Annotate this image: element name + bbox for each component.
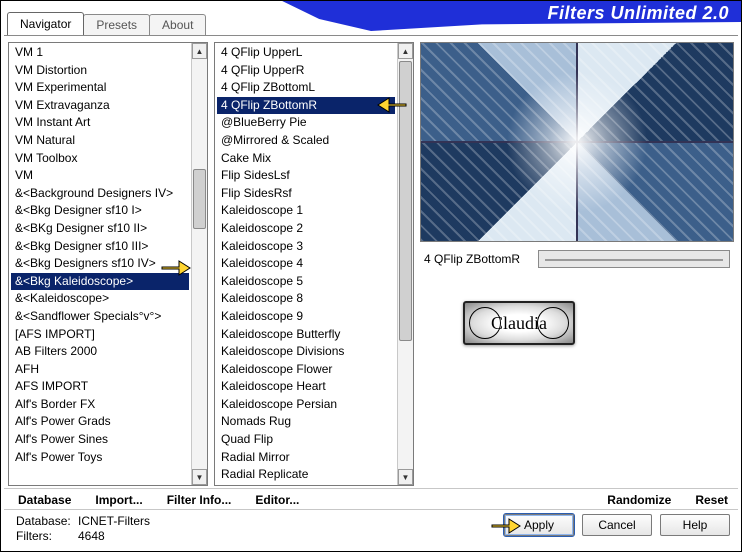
list-item[interactable]: Alf's Power Sines: [11, 431, 189, 449]
cancel-button[interactable]: Cancel: [582, 514, 652, 536]
list-item[interactable]: VM Extravaganza: [11, 97, 189, 115]
tab-navigator[interactable]: Navigator: [7, 12, 84, 35]
editor-button[interactable]: Editor...: [255, 493, 299, 507]
param-label: 4 QFlip ZBottomR: [424, 252, 532, 266]
tab-about[interactable]: About: [149, 14, 206, 35]
list-item[interactable]: Radial Replicate: [217, 466, 395, 484]
dialog-buttons: Apply Cancel Help: [504, 514, 730, 536]
category-listbox[interactable]: VM 1VM DistortionVM ExperimentalVM Extra…: [8, 42, 208, 486]
list-item[interactable]: AFS IMPORT: [11, 378, 189, 396]
status-filters-label: Filters:: [16, 529, 72, 543]
list-item[interactable]: 4 QFlip UpperL: [217, 44, 395, 62]
list-item[interactable]: Alf's Power Toys: [11, 449, 189, 467]
status-db-value: ICNET-Filters: [78, 514, 150, 528]
list-item[interactable]: 4 QFlip ZBottomL: [217, 79, 395, 97]
scroll-down-icon[interactable]: ▼: [192, 469, 207, 485]
scroll-down-icon[interactable]: ▼: [398, 469, 413, 485]
list-item[interactable]: &<Kaleidoscope>: [11, 290, 189, 308]
filter-listbox[interactable]: 4 QFlip UpperL4 QFlip UpperR4 QFlip ZBot…: [214, 42, 414, 486]
tab-presets[interactable]: Presets: [83, 14, 150, 35]
status-db-label: Database:: [16, 514, 72, 528]
randomize-button[interactable]: Randomize: [607, 493, 671, 507]
list-item[interactable]: @BlueBerry Pie: [217, 114, 395, 132]
scroll-thumb[interactable]: [399, 61, 412, 341]
import-button[interactable]: Import...: [95, 493, 142, 507]
list-item[interactable]: Kaleidoscope Persian: [217, 396, 395, 414]
list-item[interactable]: Kaleidoscope Flower: [217, 361, 395, 379]
app-title: Filters Unlimited 2.0: [547, 3, 729, 24]
list-item[interactable]: AB Filters 2000: [11, 343, 189, 361]
tab-content: VM 1VM DistortionVM ExperimentalVM Extra…: [4, 35, 738, 551]
reset-button[interactable]: Reset: [695, 493, 728, 507]
list-item[interactable]: Nomads Rug: [217, 413, 395, 431]
list-item[interactable]: Kaleidoscope 2: [217, 220, 395, 238]
status-filters-value: 4648: [78, 529, 105, 543]
list-item[interactable]: Alf's Border FX: [11, 396, 189, 414]
scroll-up-icon[interactable]: ▲: [398, 43, 413, 59]
list-item[interactable]: &<Sandflower Specials°v°>: [11, 308, 189, 326]
list-item[interactable]: Kaleidoscope 1: [217, 202, 395, 220]
param-row: 4 QFlip ZBottomR: [420, 248, 734, 270]
list-item[interactable]: &<Bkg Designers sf10 IV>: [11, 255, 189, 273]
list-item[interactable]: 4 QFlip UpperR: [217, 62, 395, 80]
help-button[interactable]: Help: [660, 514, 730, 536]
list-item[interactable]: [AFS IMPORT]: [11, 326, 189, 344]
list-item[interactable]: Quad Flip: [217, 431, 395, 449]
status-info: Database: ICNET-Filters Filters: 4648: [16, 514, 236, 543]
list-item[interactable]: Kaleidoscope 5: [217, 273, 395, 291]
command-bar: Database Import... Filter Info... Editor…: [4, 488, 738, 510]
filter-info-button[interactable]: Filter Info...: [167, 493, 232, 507]
list-item[interactable]: Kaleidoscope 8: [217, 290, 395, 308]
list-item[interactable]: VM Experimental: [11, 79, 189, 97]
list-item[interactable]: VM Distortion: [11, 62, 189, 80]
list-item[interactable]: VM Toolbox: [11, 150, 189, 168]
window-root: Filters Unlimited 2.0 Navigator Presets …: [0, 0, 742, 552]
list-item[interactable]: Kaleidoscope Butterfly: [217, 326, 395, 344]
preview-image: [420, 42, 734, 242]
preview-column: 4 QFlip ZBottomR: [420, 42, 734, 486]
scroll-thumb[interactable]: [193, 169, 206, 229]
list-item[interactable]: VM Instant Art: [11, 114, 189, 132]
list-item[interactable]: Kaleidoscope 3: [217, 238, 395, 256]
category-scrollbar[interactable]: ▲ ▼: [191, 43, 207, 485]
list-item[interactable]: Alf's Power Grads: [11, 413, 189, 431]
list-item[interactable]: VM: [11, 167, 189, 185]
main-row: VM 1VM DistortionVM ExperimentalVM Extra…: [4, 36, 738, 488]
list-item[interactable]: Kaleidoscope 4: [217, 255, 395, 273]
list-item[interactable]: VM 1: [11, 44, 189, 62]
list-item[interactable]: Radial Mirror: [217, 449, 395, 467]
database-button[interactable]: Database: [18, 493, 71, 507]
list-item[interactable]: &<BKg Designer sf10 II>: [11, 220, 189, 238]
list-item[interactable]: &<Background Designers IV>: [11, 185, 189, 203]
status-row: Database: ICNET-Filters Filters: 4648 Ap…: [4, 510, 738, 551]
list-item[interactable]: &<Bkg Designer sf10 III>: [11, 238, 189, 256]
list-item[interactable]: VM Natural: [11, 132, 189, 150]
list-item[interactable]: AFH: [11, 361, 189, 379]
list-item[interactable]: &<Bkg Designer sf10 I>: [11, 202, 189, 220]
list-item[interactable]: 4 QFlip ZBottomR: [217, 97, 395, 115]
list-item[interactable]: Cake Mix: [217, 150, 395, 168]
list-item[interactable]: Kaleidoscope Divisions: [217, 343, 395, 361]
list-item[interactable]: Flip SidesRsf: [217, 185, 395, 203]
list-item[interactable]: Kaleidoscope 9: [217, 308, 395, 326]
param-slider[interactable]: [538, 250, 730, 268]
list-item[interactable]: Kaleidoscope Heart: [217, 378, 395, 396]
scroll-up-icon[interactable]: ▲: [192, 43, 207, 59]
watermark-stamp: Claudia: [463, 301, 575, 345]
list-item[interactable]: Flip SidesLsf: [217, 167, 395, 185]
apply-button[interactable]: Apply: [504, 514, 574, 536]
filter-scrollbar[interactable]: ▲ ▼: [397, 43, 413, 485]
list-item[interactable]: &<Bkg Kaleidoscope>: [11, 273, 189, 291]
list-item[interactable]: @Mirrored & Scaled: [217, 132, 395, 150]
